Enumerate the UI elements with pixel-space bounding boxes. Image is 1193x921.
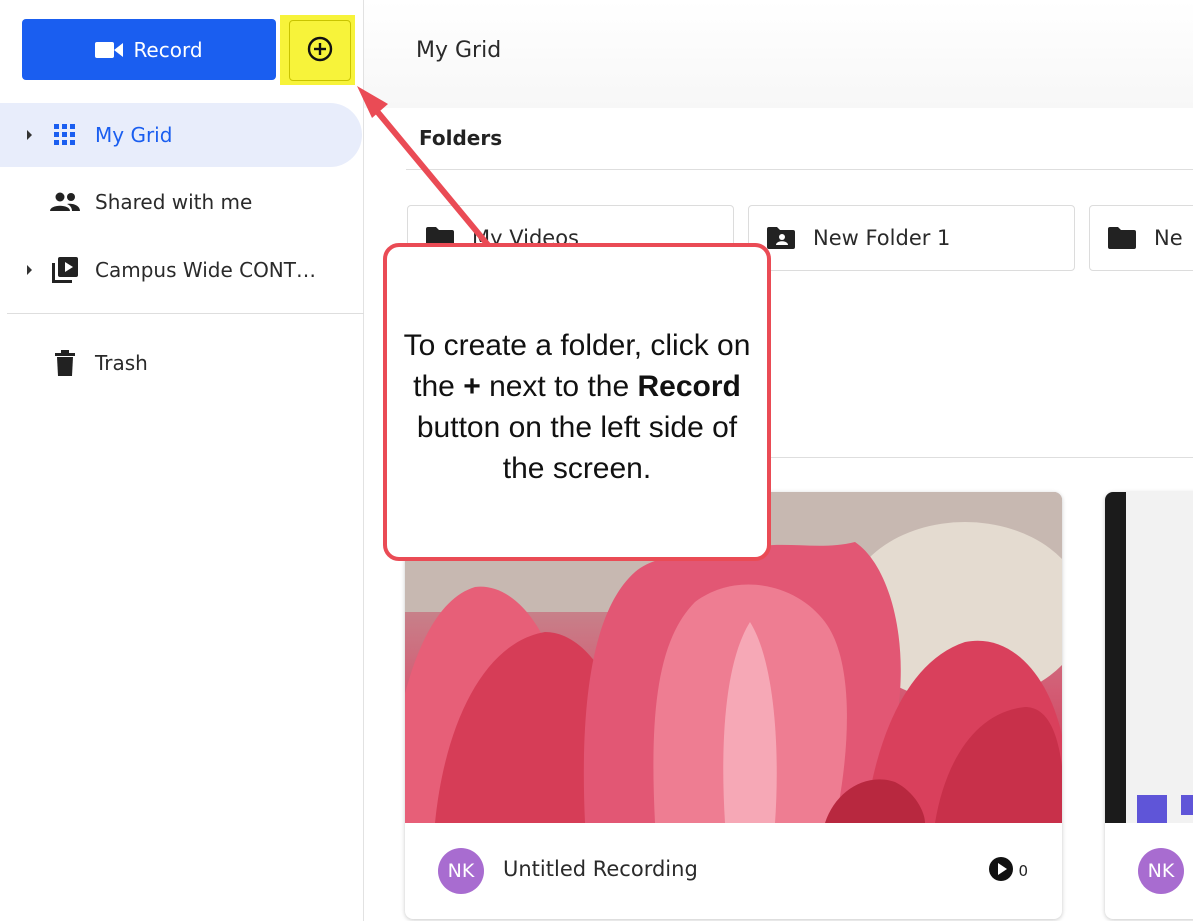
top-bar: My Grid [364,0,1193,108]
play-circle-icon [988,856,1014,886]
sidebar-item-trash[interactable]: Trash [0,331,362,395]
folder-card-ne[interactable]: Ne [1089,205,1193,271]
folders-divider [406,169,1193,170]
folder-card-new-folder-1[interactable]: New Folder 1 [748,205,1075,271]
expand-caret-icon[interactable] [27,265,32,275]
avatar: NK [438,848,484,894]
instruction-callout: To create a folder, click on the + next … [383,243,771,561]
folder-label: New Folder 1 [813,226,951,250]
sidebar-item-label: Campus Wide CONT… [95,258,316,282]
trash-icon [50,348,80,378]
shared-folder-icon [767,227,795,249]
sidebar-item-shared-with-me[interactable]: Shared with me [0,170,362,234]
folders-heading: Folders [419,126,503,150]
video-card[interactable]: NK [1105,492,1193,919]
sidebar-item-campus-wide[interactable]: Campus Wide CONT… [0,238,362,302]
video-title[interactable]: Untitled Recording [503,857,698,881]
folder-icon [1108,227,1136,249]
video-camera-icon [95,41,124,59]
sidebar: Record My Grid Shared with me Campus Wid… [0,0,364,921]
record-button[interactable]: Record [22,19,276,80]
folder-label: Ne [1154,226,1183,250]
callout-line-b: next to the [489,370,630,403]
dark-thumbnail-image [1105,492,1193,823]
video-library-icon [50,255,80,285]
sidebar-item-label: Trash [95,351,148,375]
view-count: 0 [988,856,1028,886]
callout-text: To create a folder, click on the + next … [397,325,757,489]
plus-circle-icon [307,36,333,66]
sidebar-item-label: Shared with me [95,190,253,214]
callout-plus: + [463,370,481,403]
video-thumbnail[interactable] [1105,492,1193,823]
view-count-value: 0 [1018,862,1028,880]
people-icon [50,187,80,217]
video-card-footer: NK Untitled Recording 0 [405,823,1062,919]
record-label: Record [133,37,203,62]
sidebar-divider [7,313,364,314]
avatar: NK [1138,848,1184,894]
callout-line-c: button on the left side of the screen. [416,411,738,485]
add-new-button[interactable] [289,20,351,81]
grid-icon [50,120,80,150]
video-card-footer: NK [1105,823,1193,919]
expand-caret-icon[interactable] [27,130,32,140]
sidebar-item-label: My Grid [95,123,173,147]
sidebar-item-my-grid[interactable]: My Grid [0,103,362,167]
callout-record: Record [637,370,741,403]
breadcrumb[interactable]: My Grid [416,38,501,63]
